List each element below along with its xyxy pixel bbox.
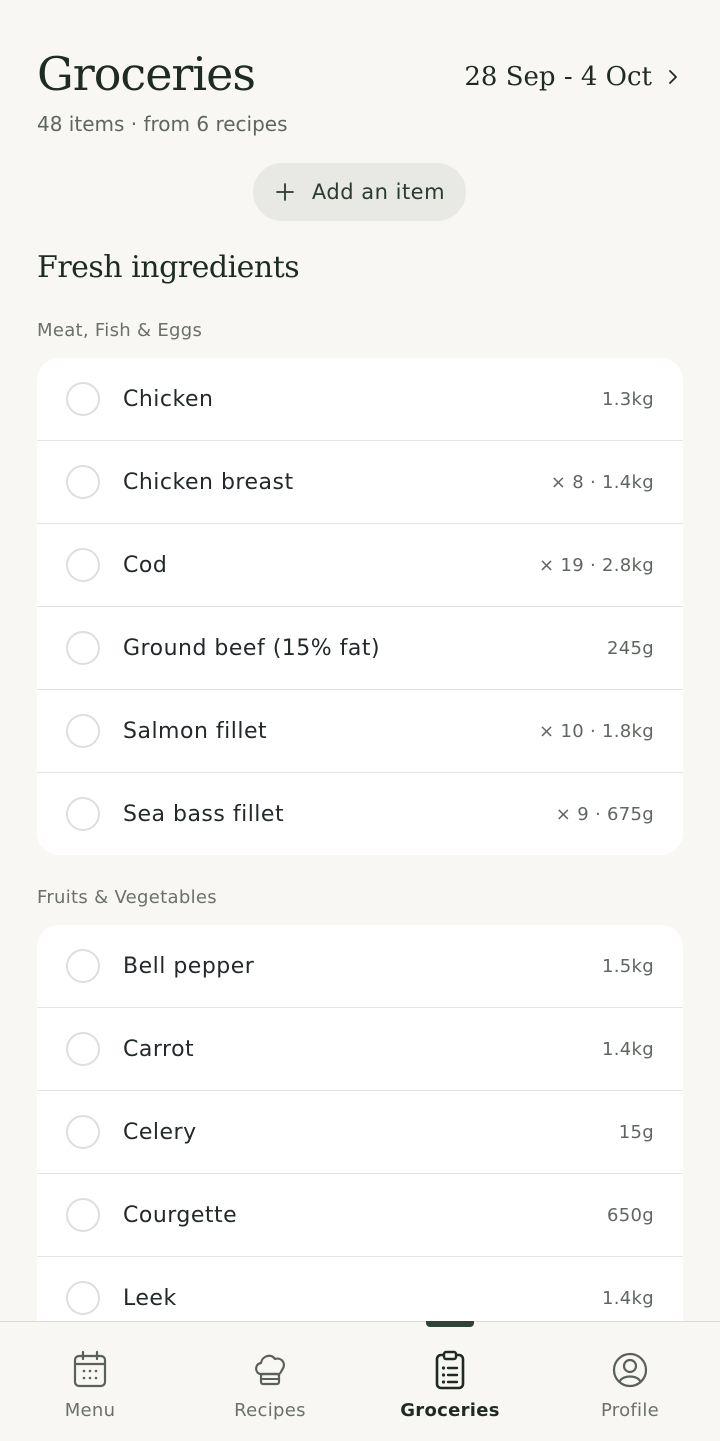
grocery-row[interactable]: Chicken breast × 8 · 1.4kg <box>37 441 683 524</box>
calendar-icon <box>73 1350 107 1388</box>
page-title: Groceries <box>37 47 256 101</box>
item-quantity: 650g <box>607 1204 654 1226</box>
grocery-row[interactable]: Cod × 19 · 2.8kg <box>37 524 683 607</box>
item-checkbox[interactable] <box>66 714 100 748</box>
item-name: Bell pepper <box>123 953 255 979</box>
section-title: Fresh ingredients <box>37 250 300 285</box>
group-title-fruits-vegetables: Fruits & Vegetables <box>37 887 217 908</box>
item-checkbox[interactable] <box>66 1115 100 1149</box>
date-range-selector[interactable]: 28 Sep - 4 Oct <box>464 62 680 92</box>
date-range-label: 28 Sep - 4 Oct <box>464 62 652 92</box>
item-name: Sea bass fillet <box>123 801 285 827</box>
item-quantity: 245g <box>607 637 654 659</box>
item-name: Cod <box>123 552 168 578</box>
item-checkbox[interactable] <box>66 631 100 665</box>
plus-icon <box>276 183 294 201</box>
nav-recipes[interactable]: Recipes <box>180 1322 360 1441</box>
item-quantity: × 8 · 1.4kg <box>550 471 654 493</box>
grocery-row[interactable]: Ground beef (15% fat) 245g <box>37 607 683 690</box>
item-checkbox[interactable] <box>66 797 100 831</box>
grocery-row[interactable]: Sea bass fillet × 9 · 675g <box>37 773 683 855</box>
nav-groceries[interactable]: Groceries <box>360 1321 540 1441</box>
chevron-right-icon <box>669 70 677 84</box>
group-title-meat-fish-eggs: Meat, Fish & Eggs <box>37 320 203 341</box>
item-name: Courgette <box>123 1202 238 1228</box>
grocery-row[interactable]: Carrot 1.4kg <box>37 1008 683 1091</box>
grocery-row[interactable]: Salmon fillet × 10 · 1.8kg <box>37 690 683 773</box>
grocery-card-fruits-vegetables: Bell pepper 1.5kg Carrot 1.4kg Celery 15… <box>37 925 683 1339</box>
item-quantity: × 10 · 1.8kg <box>539 720 654 742</box>
user-circle-icon <box>612 1352 648 1388</box>
item-checkbox[interactable] <box>66 465 100 499</box>
item-checkbox[interactable] <box>66 548 100 582</box>
item-name: Carrot <box>123 1036 195 1062</box>
nav-label-profile: Profile <box>600 1400 660 1421</box>
item-quantity: 15g <box>618 1121 654 1143</box>
clipboard-list-icon <box>435 1350 465 1390</box>
bottom-navigation: Menu Recipes Groceries Profile <box>0 1321 720 1441</box>
item-quantity: 1.5kg <box>602 955 654 977</box>
grocery-row[interactable]: Bell pepper 1.5kg <box>37 925 683 1008</box>
active-tab-indicator <box>426 1321 474 1327</box>
item-name: Leek <box>123 1285 177 1311</box>
item-quantity: 1.4kg <box>602 1287 654 1309</box>
item-quantity: 1.3kg <box>602 388 654 410</box>
nav-label-recipes: Recipes <box>234 1400 306 1421</box>
item-checkbox[interactable] <box>66 1198 100 1232</box>
nav-label-groceries: Groceries <box>400 1400 500 1421</box>
item-name: Ground beef (15% fat) <box>123 635 381 661</box>
grocery-row[interactable]: Courgette 650g <box>37 1174 683 1257</box>
chef-hat-icon <box>255 1354 285 1386</box>
item-quantity: × 19 · 2.8kg <box>539 554 654 576</box>
item-quantity: × 9 · 675g <box>555 803 654 825</box>
item-checkbox[interactable] <box>66 382 100 416</box>
add-item-label: Add an item <box>311 180 446 204</box>
nav-profile[interactable]: Profile <box>540 1322 720 1441</box>
groceries-summary: 48 items · from 6 recipes <box>37 112 288 136</box>
grocery-row[interactable]: Chicken 1.3kg <box>37 358 683 441</box>
nav-menu[interactable]: Menu <box>0 1322 180 1441</box>
grocery-card-meat-fish-eggs: Chicken 1.3kg Chicken breast × 8 · 1.4kg… <box>37 358 683 855</box>
item-checkbox[interactable] <box>66 1032 100 1066</box>
item-name: Chicken <box>123 386 214 412</box>
item-name: Celery <box>123 1119 197 1145</box>
item-checkbox[interactable] <box>66 949 100 983</box>
nav-label-menu: Menu <box>64 1400 116 1421</box>
item-quantity: 1.4kg <box>602 1038 654 1060</box>
item-checkbox[interactable] <box>66 1281 100 1315</box>
item-name: Salmon fillet <box>123 718 268 744</box>
grocery-row[interactable]: Celery 15g <box>37 1091 683 1174</box>
add-item-button[interactable]: Add an item <box>253 163 466 221</box>
item-name: Chicken breast <box>123 469 294 495</box>
